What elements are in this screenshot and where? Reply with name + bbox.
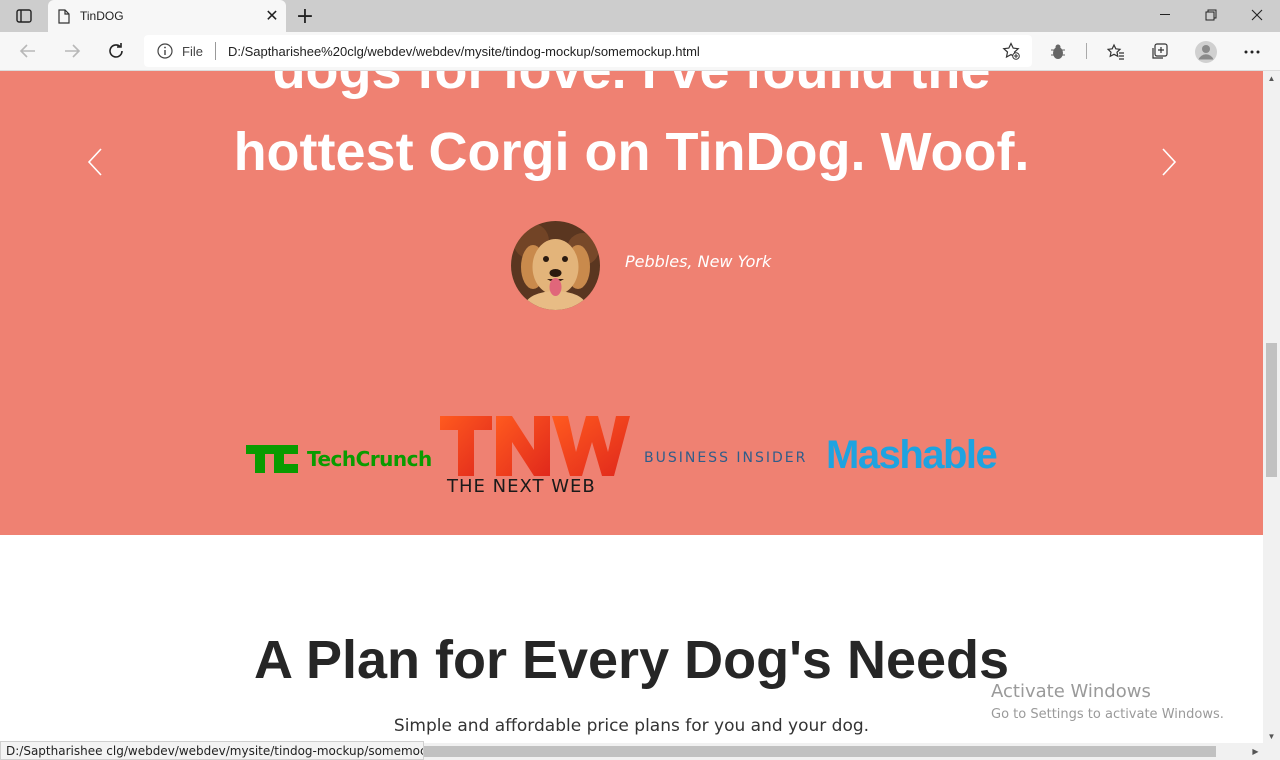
page-viewport: dogs for love. I've found the hottest Co…	[0, 71, 1263, 743]
status-bar-url: D:/Saptharishee clg/webdev/webdev/mysite…	[0, 741, 424, 760]
minimize-icon[interactable]	[1142, 0, 1188, 30]
toolbar-divider	[1086, 43, 1087, 59]
tnw-logo	[440, 416, 630, 476]
close-icon[interactable]: ✕	[258, 2, 286, 30]
back-icon[interactable]	[12, 36, 44, 66]
activate-windows-watermark: Activate Windows Go to Settings to activ…	[991, 681, 1224, 722]
favorites-icon[interactable]	[1101, 37, 1131, 67]
tab-tindog[interactable]: TinDOG ✕	[48, 0, 286, 32]
scroll-right-arrow[interactable]: ▶	[1248, 743, 1263, 760]
vertical-scroll-thumb[interactable]	[1266, 343, 1277, 477]
restore-icon[interactable]	[1188, 0, 1234, 30]
testimonial-author: Pebbles, New York	[625, 252, 772, 271]
activate-windows-hint: Go to Settings to activate Windows.	[991, 707, 1224, 722]
tab-actions-icon	[16, 9, 32, 23]
tnw-wordmark: THE NEXT WEB	[447, 476, 596, 497]
plus-icon[interactable]: +	[292, 4, 318, 29]
techcrunch-wordmark: TechCrunch	[307, 447, 432, 471]
tab-bar: TinDOG ✕ +	[0, 0, 1280, 32]
business-insider-wordmark: BUSINESS INSIDER	[644, 450, 808, 466]
mashable-wordmark: Mashable	[826, 433, 998, 477]
page-icon	[58, 8, 70, 24]
scroll-down-arrow[interactable]: ▼	[1263, 729, 1280, 743]
testimonial-section: dogs for love. I've found the hottest Co…	[0, 71, 1263, 535]
vertical-scrollbar[interactable]: ▲ ▼	[1263, 71, 1280, 743]
address-bar[interactable]: File D:/Saptharishee%20clg/webdev/webdev…	[144, 35, 1032, 67]
dog-photo	[511, 221, 600, 310]
chevron-left-icon[interactable]	[84, 147, 108, 177]
collections-icon[interactable]	[1145, 37, 1175, 67]
more-icon[interactable]	[1237, 37, 1267, 67]
techcrunch-logo	[246, 445, 298, 473]
address-divider	[214, 42, 216, 60]
url-text[interactable]: D:/Saptharishee%20clg/webdev/webdev/mysi…	[228, 44, 996, 59]
refresh-icon[interactable]	[100, 36, 132, 66]
scroll-up-arrow[interactable]: ▲	[1263, 71, 1280, 85]
info-icon[interactable]	[156, 42, 174, 60]
address-scheme-label: File	[182, 43, 203, 59]
avatar	[511, 221, 600, 310]
profile-icon[interactable]	[1191, 37, 1221, 67]
browser-toolbar: File D:/Saptharishee%20clg/webdev/webdev…	[0, 32, 1280, 71]
chevron-right-icon[interactable]	[1156, 147, 1180, 177]
testimonial-quote-line-2: hottest Corgi on TinDog. Woof.	[233, 122, 1030, 182]
tab-actions-button[interactable]	[8, 6, 40, 26]
testimonial-quote-line-1: dogs for love. I've found the	[150, 71, 1113, 111]
horizontal-scroll-thumb[interactable]	[418, 746, 1216, 757]
scrollbar-corner	[1263, 743, 1280, 760]
window-close-icon[interactable]	[1234, 0, 1280, 30]
add-favorite-icon[interactable]	[996, 36, 1026, 66]
tab-title: TinDOG	[80, 9, 124, 23]
extension-icon[interactable]	[1043, 37, 1073, 67]
forward-icon[interactable]	[56, 36, 88, 66]
activate-windows-title: Activate Windows	[991, 681, 1151, 702]
